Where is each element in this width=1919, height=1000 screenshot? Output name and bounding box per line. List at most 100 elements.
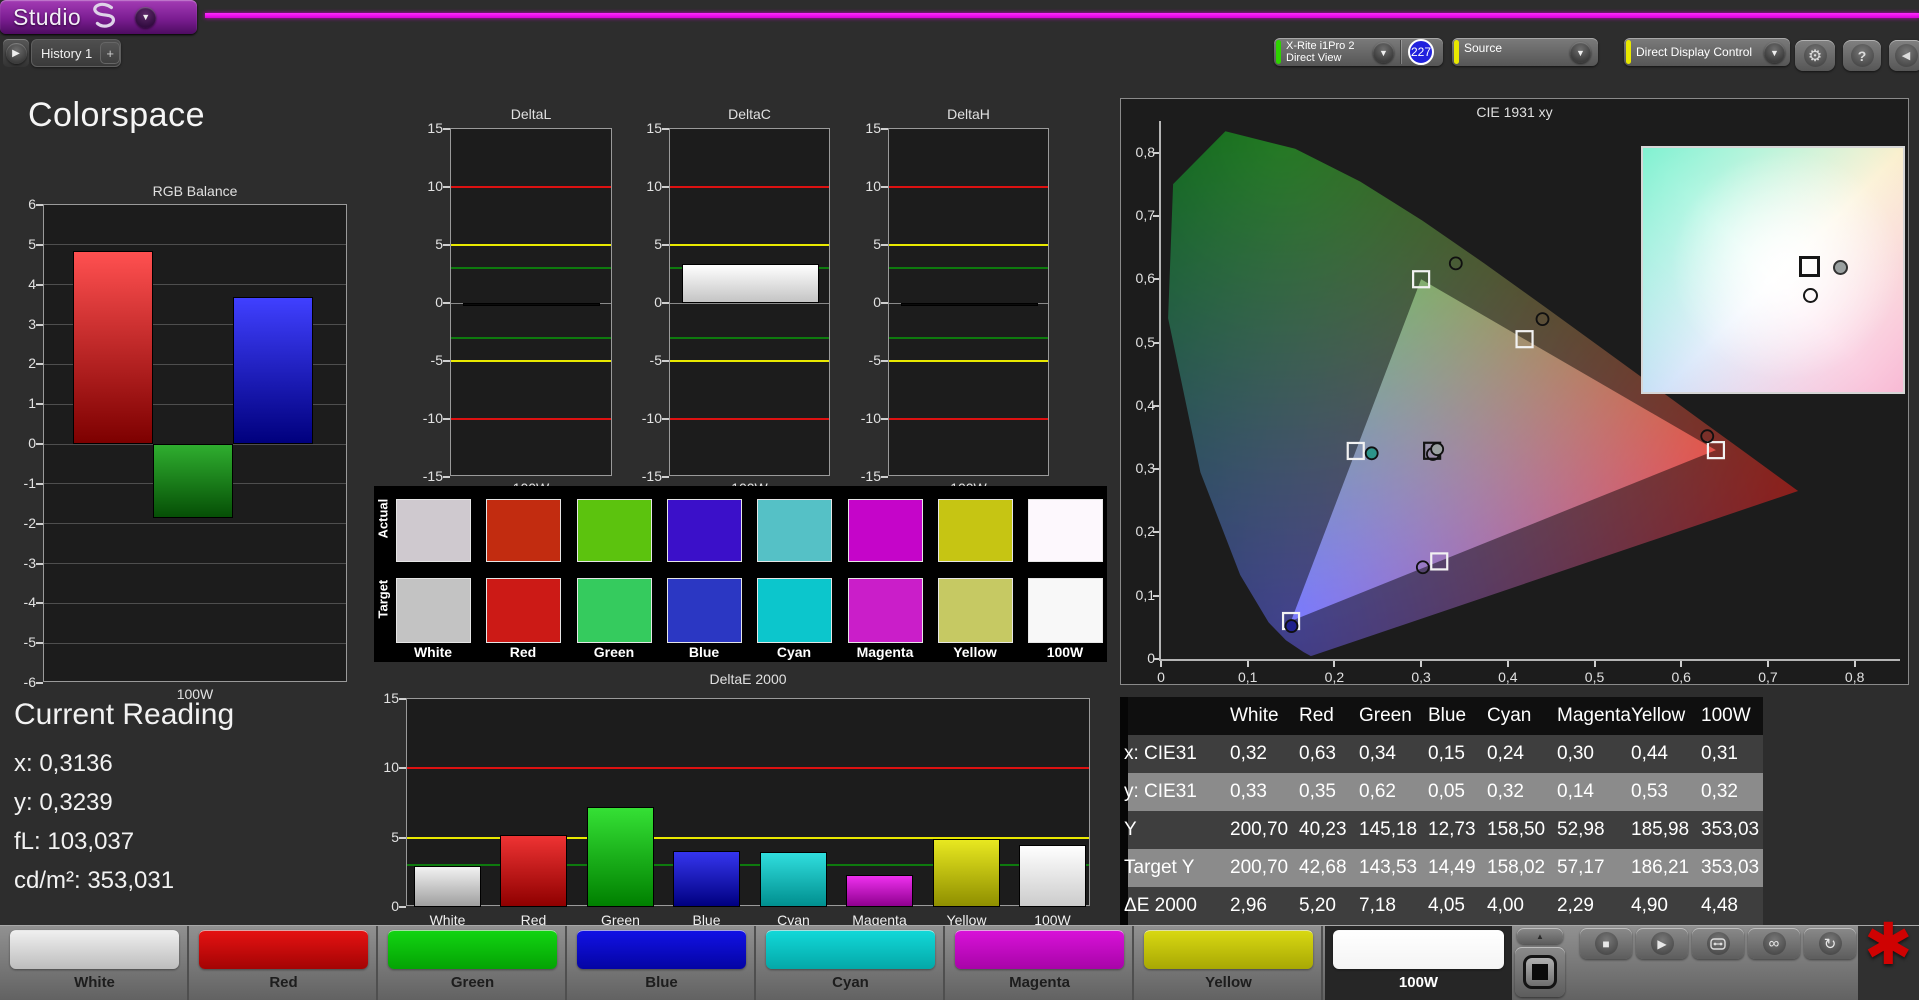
source-chevron-down-icon[interactable]: ▼ <box>1570 42 1591 63</box>
bar <box>933 839 1000 907</box>
meter-dropdown[interactable]: X-Rite i1Pro 2 Direct View ▼ 227 <box>1274 38 1443 66</box>
meter-chevron-down-icon[interactable]: ▼ <box>1373 42 1394 63</box>
y-tick-label: -10 <box>860 410 881 426</box>
target-swatch <box>667 578 742 643</box>
pattern-label: Cyan <box>832 974 869 991</box>
y-tick-label: 0 <box>435 294 443 310</box>
pattern-button-blue[interactable]: Blue <box>569 926 756 1000</box>
y-tick-mark <box>881 186 888 188</box>
display-control-chevron-down-icon[interactable]: ▼ <box>1764 42 1785 63</box>
table-cell: 0,44 <box>1631 743 1668 764</box>
y-tick-label: 10 <box>865 178 881 194</box>
table-row-label: ΔE 2000 <box>1124 895 1197 916</box>
y-tick-mark <box>36 682 43 684</box>
pattern-up-button[interactable]: ▲ <box>1517 928 1563 944</box>
y-tick-label: 5 <box>28 235 36 252</box>
actual-target-swatch-panel: Actual Target White Red Green Blue Cyan Magen… <box>374 486 1107 662</box>
actual-swatch <box>486 499 561 562</box>
table-cell: 0,31 <box>1701 743 1738 764</box>
y-tick-label: -1 <box>23 474 36 491</box>
tab-history-1[interactable]: History 1 + <box>31 39 121 67</box>
tab-scroll-button[interactable]: ▶ <box>3 39 29 67</box>
swatch-column-label: Green <box>593 644 635 660</box>
cie-x-tick-label: 0 <box>1157 669 1165 685</box>
table-row-label: y: CIE31 <box>1124 781 1197 802</box>
gridline <box>44 602 346 604</box>
y-tick-mark <box>36 403 43 406</box>
y-tick-label: 15 <box>427 120 443 136</box>
y-tick-mark <box>36 642 43 645</box>
y-tick-label: -5 <box>23 634 36 651</box>
delta-e-title: DeltaE 2000 <box>709 671 787 687</box>
refresh-button[interactable]: ↻ <box>1804 928 1856 959</box>
cie-x-tick-label: 0,8 <box>1844 669 1865 685</box>
continuous-measure-button[interactable]: ∞ <box>1748 928 1800 959</box>
y-tick-label: 3 <box>28 315 36 332</box>
cie-x-tick-label: 0,1 <box>1237 669 1258 685</box>
cie-x-tick-mark <box>1333 661 1336 667</box>
play-button[interactable]: ▶ <box>1636 928 1688 959</box>
pattern-button-red[interactable]: Red <box>191 926 378 1000</box>
studio-swirl-icon <box>87 1 119 34</box>
table-cell: 4,00 <box>1487 895 1524 916</box>
table-cell: 158,50 <box>1487 819 1546 840</box>
table-cell: 12,73 <box>1428 819 1476 840</box>
meter-count-badge[interactable]: 227 <box>1408 39 1434 65</box>
table-cell: 0,35 <box>1299 781 1336 802</box>
pattern-swatch <box>766 930 935 969</box>
reference-line <box>889 418 1048 420</box>
pattern-button-green[interactable]: Green <box>380 926 567 1000</box>
y-tick-label: 0 <box>391 898 399 914</box>
source-dropdown[interactable]: Source ▼ <box>1452 38 1598 66</box>
pattern-swatch <box>1333 930 1504 969</box>
logo-menu-chevron-down-icon[interactable]: ▼ <box>135 6 157 28</box>
actual-swatch <box>757 499 832 562</box>
y-tick-label: -15 <box>422 468 443 484</box>
y-tick-mark <box>443 476 450 478</box>
bar <box>1019 844 1086 907</box>
bar <box>682 263 819 303</box>
single-measure-button[interactable] <box>1692 928 1744 959</box>
cie-x-axis <box>1159 659 1900 661</box>
pattern-button-magenta[interactable]: Magenta <box>947 926 1134 1000</box>
y-tick-mark <box>399 836 406 839</box>
measured-point-marker <box>1430 442 1445 457</box>
help-button[interactable]: ? <box>1843 40 1881 71</box>
add-tab-button[interactable]: + <box>100 42 120 64</box>
table-header-cell: Magenta <box>1557 705 1631 726</box>
pattern-button-white[interactable]: White <box>2 926 189 1000</box>
meter-name: X-Rite i1Pro 2 Direct View <box>1286 40 1354 64</box>
table-header-cell: 100W <box>1701 705 1751 726</box>
white-point-inset <box>1641 146 1905 394</box>
pattern-window-button[interactable] <box>1515 947 1565 997</box>
unsaved-asterisk-icon: ✱ <box>1864 912 1913 977</box>
stop-button[interactable]: ■ <box>1580 928 1632 959</box>
collapse-toolbar-button[interactable]: ◀ <box>1889 40 1919 71</box>
pattern-label: Green <box>450 974 495 991</box>
cie-y-tick-mark <box>1153 341 1159 344</box>
reference-line <box>889 186 1048 188</box>
y-tick-label: -5 <box>430 352 443 368</box>
y-tick-label: 0 <box>28 435 36 451</box>
app-logo[interactable]: Studio ▼ <box>0 0 197 34</box>
play-arrow-icon: ▶ <box>5 42 27 64</box>
cie-y-tick-label: 0 <box>1147 650 1155 666</box>
pattern-label: 100W <box>1398 974 1439 991</box>
y-tick-mark <box>399 767 406 770</box>
y-tick-mark <box>443 128 450 130</box>
display-control-dropdown[interactable]: Direct Display Control ▼ <box>1624 38 1790 66</box>
y-tick-label: 15 <box>865 120 881 136</box>
pattern-button-100w[interactable]: 100W <box>1325 926 1512 1000</box>
delta-l-title: DeltaL <box>510 106 552 122</box>
pattern-button-yellow[interactable]: Yellow <box>1136 926 1323 1000</box>
y-tick-mark <box>36 602 43 605</box>
pattern-button-cyan[interactable]: Cyan <box>758 926 945 1000</box>
settings-button[interactable]: ⚙ <box>1795 40 1835 71</box>
cie-y-tick-label: 0,3 <box>1135 460 1155 477</box>
table-cell: 57,17 <box>1557 857 1605 878</box>
y-tick-label: 5 <box>654 236 662 252</box>
table-cell: 4,48 <box>1701 895 1738 916</box>
cie-title: CIE 1931 xy <box>1476 104 1553 120</box>
table-cell: 0,63 <box>1299 743 1336 764</box>
y-tick-mark <box>881 360 888 362</box>
